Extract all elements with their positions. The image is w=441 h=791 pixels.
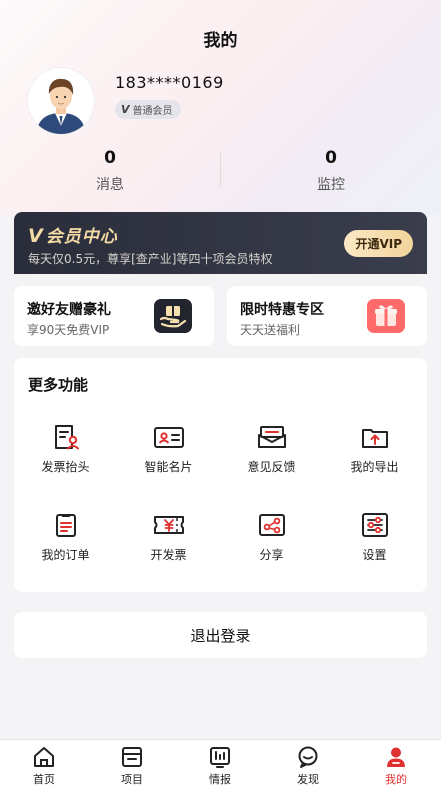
tab-mine[interactable]: 我的: [352, 745, 440, 787]
open-vip-button[interactable]: 开通VIP: [344, 230, 413, 257]
func-invoice-header[interactable]: 发票抬头: [14, 424, 117, 475]
promo-offer-subtitle: 天天送福利: [240, 323, 301, 337]
home-icon: [34, 747, 54, 767]
tab-discover[interactable]: 发现: [264, 745, 352, 787]
func-settings-label: 设置: [362, 548, 387, 562]
tab-intel[interactable]: 情报: [176, 745, 264, 787]
stat-messages-label: 消息: [96, 177, 124, 193]
logout-button[interactable]: 退出登录: [14, 612, 427, 658]
invoice-header-icon: [54, 425, 79, 450]
tab-home-label: 首页: [33, 773, 55, 786]
promo-invite-subtitle: 享90天免费VIP: [27, 323, 110, 337]
discover-icon: [298, 746, 318, 768]
promo-offer-title: 限时特惠专区: [240, 302, 324, 318]
more-functions-card: 更多功能 发票抬头 智能名片 意见反馈 我的导出 我的订单 开发票 分享 设置: [14, 358, 427, 592]
func-settings[interactable]: 设置: [323, 512, 426, 563]
user-phone: 183****0169: [115, 73, 224, 92]
func-issue-invoice[interactable]: 开发票: [117, 512, 220, 563]
func-share-label: 分享: [259, 548, 284, 562]
business-card-icon: [153, 427, 184, 448]
stat-monitor-label: 监控: [317, 177, 345, 193]
intel-icon: [210, 747, 230, 768]
export-icon: [361, 429, 388, 448]
stat-monitor[interactable]: 0 监控: [221, 148, 441, 194]
func-feedback[interactable]: 意见反馈: [220, 424, 323, 475]
promo-invite-title: 邀好友赠豪礼: [27, 302, 111, 318]
avatar[interactable]: [28, 68, 94, 134]
vip-center-title: V 会员中心: [28, 222, 118, 247]
func-feedback-label: 意见反馈: [247, 460, 296, 474]
func-invoice-header-label: 发票抬头: [41, 460, 90, 474]
vip-center-title-text: 会员中心: [45, 227, 118, 247]
issue-invoice-icon: [153, 516, 184, 534]
func-share[interactable]: 分享: [220, 512, 323, 563]
func-business-card-label: 智能名片: [144, 460, 193, 474]
stat-messages-value: 0: [104, 148, 116, 168]
func-issue-invoice-label: 开发票: [150, 548, 187, 562]
vip-center-desc: 每天仅0.5元，尊享[查产业]等四十项会员特权: [28, 252, 273, 266]
promo-limited-offer[interactable]: 限时特惠专区 天天送福利: [227, 286, 427, 346]
tab-discover-label: 发现: [297, 773, 319, 786]
tab-intel-label: 情报: [209, 773, 231, 786]
member-level-label: 普通会员: [132, 106, 173, 117]
order-list-icon: [55, 514, 76, 537]
project-icon: [122, 747, 142, 767]
tab-project-label: 项目: [121, 773, 143, 786]
func-my-orders[interactable]: 我的订单: [14, 512, 117, 563]
stat-messages[interactable]: 0 消息: [0, 148, 220, 194]
user-icon: [387, 747, 405, 767]
tab-home[interactable]: 首页: [0, 745, 88, 787]
func-my-export[interactable]: 我的导出: [323, 424, 426, 475]
promo-invite-friends[interactable]: 邀好友赠豪礼 享90天免费VIP: [14, 286, 214, 346]
stat-monitor-value: 0: [325, 148, 337, 168]
share-icon: [258, 514, 285, 536]
page-title: 我的: [203, 31, 238, 51]
tab-mine-label: 我的: [385, 773, 407, 786]
vip-v-icon: V: [121, 103, 130, 116]
func-business-card[interactable]: 智能名片: [117, 424, 220, 475]
tab-project[interactable]: 项目: [88, 745, 176, 787]
gift-box-icon: [367, 299, 405, 333]
user-avatar-icon: [28, 68, 94, 134]
vip-v-icon: V: [28, 225, 44, 247]
func-my-export-label: 我的导出: [350, 460, 399, 474]
member-level-badge: V 普通会员: [115, 100, 181, 119]
more-functions-title: 更多功能: [28, 376, 89, 394]
bottom-tab-bar: 首页 项目 情报 发现 我的: [0, 739, 441, 791]
feedback-mail-icon: [257, 426, 286, 448]
vip-center-card[interactable]: V 会员中心 每天仅0.5元，尊享[查产业]等四十项会员特权 开通VIP: [14, 212, 427, 274]
settings-sliders-icon: [361, 513, 388, 537]
gift-hand-icon: [154, 299, 192, 333]
func-my-orders-label: 我的订单: [41, 548, 90, 562]
